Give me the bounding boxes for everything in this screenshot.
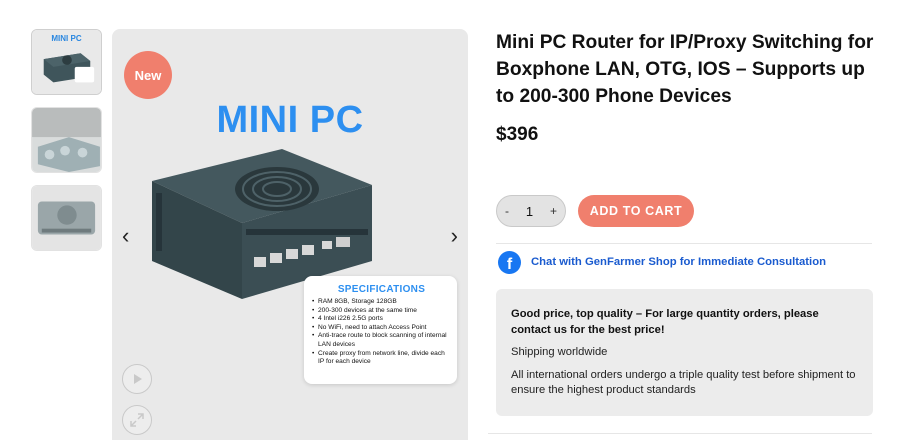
product-main-image[interactable]: New MINI PC ‹ › SPECIFICATIONS RAM 8GB, … — [112, 29, 468, 440]
specifications-card: SPECIFICATIONS RAM 8GB, Storage 128GB 20… — [304, 276, 457, 384]
spec-list: RAM 8GB, Storage 128GB 200-300 devices a… — [312, 298, 451, 367]
divider — [496, 243, 872, 244]
thumbnail-2-image — [32, 108, 101, 172]
cart-row: - 1 + ADD TO CART — [496, 195, 876, 227]
hero-title: MINI PC — [216, 99, 364, 141]
product-price: $396 — [496, 124, 539, 145]
thumbnail-1[interactable]: MINI PC — [31, 29, 102, 95]
chat-link[interactable]: f Chat with GenFarmer Shop for Immediate… — [498, 249, 874, 275]
play-icon — [134, 374, 142, 384]
spec-title: SPECIFICATIONS — [337, 284, 426, 295]
spec-item: Create proxy from network line, divide e… — [312, 350, 451, 367]
shipping-note: Shipping worldwide — [511, 346, 608, 358]
quantity-increase-button[interactable]: + — [550, 204, 557, 218]
thumbnail-2[interactable] — [31, 107, 102, 173]
thumbnail-1-title: MINI PC — [51, 34, 82, 43]
spec-item: RAM 8GB, Storage 128GB — [312, 298, 451, 307]
divider — [488, 433, 872, 434]
spec-item: Anti-trace route to block scanning of in… — [312, 332, 451, 349]
chevron-left-icon[interactable]: ‹ — [122, 225, 129, 247]
play-video-button[interactable] — [122, 364, 152, 394]
add-to-cart-button[interactable]: ADD TO CART — [578, 195, 694, 227]
quantity-decrease-button[interactable]: - — [505, 204, 509, 218]
thumbnail-3-image — [32, 186, 101, 250]
quality-note: All international orders undergo a tripl… — [511, 368, 856, 397]
thumbnail-list: MINI PC — [31, 29, 102, 263]
spec-item: 4 Intel i226 2.5G ports — [312, 315, 451, 324]
expand-icon — [130, 413, 144, 427]
quantity-stepper: - 1 + — [496, 195, 566, 227]
spec-item: 200-300 devices at the same time — [312, 307, 451, 316]
chevron-right-icon[interactable]: › — [451, 225, 458, 247]
zoom-button[interactable] — [122, 405, 152, 435]
thumbnail-3[interactable] — [31, 185, 102, 251]
spec-item: No WiFi, need to attach Access Point — [312, 324, 451, 333]
facebook-icon: f — [498, 250, 521, 274]
product-info: Mini PC Router for IP/Proxy Switching fo… — [496, 29, 876, 227]
new-badge: New — [124, 51, 172, 99]
price-note: Good price, top quality – For large quan… — [511, 308, 819, 336]
chat-link-text[interactable]: Chat with GenFarmer Shop for Immediate C… — [531, 256, 826, 268]
info-note-box: Good price, top quality – For large quan… — [496, 289, 873, 416]
quantity-input[interactable]: 1 — [526, 204, 533, 219]
product-title: Mini PC Router for IP/Proxy Switching fo… — [496, 32, 874, 107]
